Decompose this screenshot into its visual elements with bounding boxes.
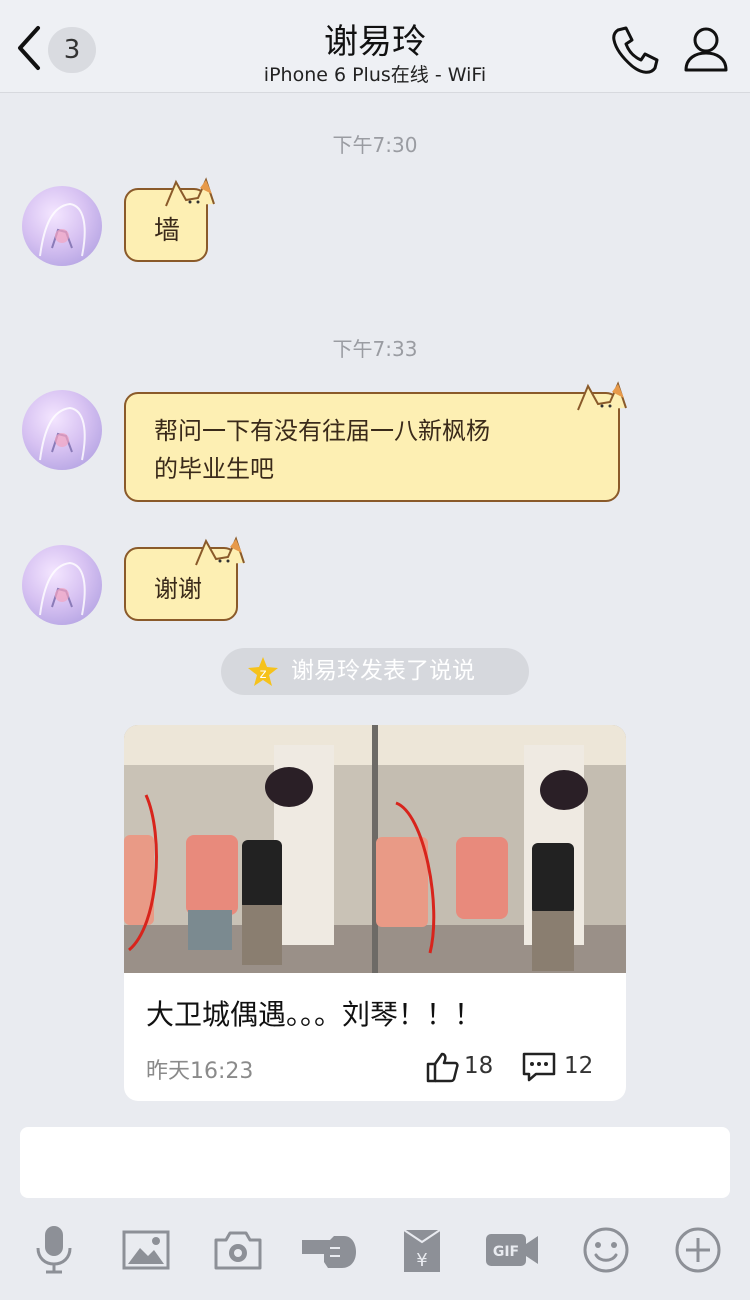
like-count: 18 bbox=[464, 1053, 494, 1079]
thumbs-up-icon[interactable] bbox=[426, 1051, 460, 1083]
red-packet-icon[interactable]: ¥ bbox=[396, 1224, 448, 1276]
comment-icon[interactable] bbox=[521, 1051, 557, 1083]
message-text: 帮问一下有没有往届一八新枫杨 的毕业生吧 bbox=[154, 417, 490, 483]
image-icon[interactable] bbox=[120, 1224, 172, 1276]
profile-icon[interactable] bbox=[678, 22, 734, 78]
camera-icon[interactable] bbox=[212, 1224, 264, 1276]
chat-header: 3 谢易玲 iPhone 6 Plus在线 - WiFi bbox=[0, 0, 750, 93]
contact-avatar[interactable] bbox=[22, 186, 102, 266]
message-input[interactable] bbox=[20, 1127, 730, 1198]
gif-icon[interactable]: GIF bbox=[484, 1224, 540, 1276]
contact-avatar[interactable] bbox=[22, 545, 102, 625]
cat-ears-icon bbox=[165, 177, 215, 207]
cat-ears-icon bbox=[195, 536, 245, 566]
cat-ears-icon bbox=[577, 381, 627, 411]
qzone-star-icon: z bbox=[248, 657, 278, 686]
poke-icon[interactable] bbox=[300, 1224, 360, 1276]
mic-icon[interactable] bbox=[28, 1224, 80, 1276]
message-text: 谢谢 bbox=[154, 575, 202, 603]
message-bubble[interactable]: 谢谢 bbox=[124, 536, 245, 621]
svg-text:¥: ¥ bbox=[416, 1250, 427, 1271]
message-time: 下午7:30 bbox=[332, 133, 418, 157]
phone-call-icon[interactable] bbox=[606, 22, 662, 78]
message-bubble[interactable]: 墙 bbox=[124, 177, 215, 262]
message-time: 下午7:33 bbox=[332, 337, 418, 361]
contact-avatar[interactable] bbox=[22, 390, 102, 470]
comment-count: 12 bbox=[564, 1053, 594, 1079]
add-icon[interactable] bbox=[672, 1224, 724, 1276]
qzone-post-card[interactable]: 大卫城偶遇。。。刘琴！！！ 昨天16:23 18 12 bbox=[124, 725, 626, 1101]
post-time: 昨天16:23 bbox=[146, 1059, 254, 1084]
svg-text:GIF: GIF bbox=[493, 1244, 519, 1260]
emoji-icon[interactable] bbox=[580, 1224, 632, 1276]
svg-text:z: z bbox=[260, 667, 267, 682]
qzone-notice-text: 谢易玲发表了说说 bbox=[291, 658, 475, 684]
post-text: 大卫城偶遇。。。刘琴！！！ bbox=[146, 998, 483, 1031]
qzone-notice[interactable]: z 谢易玲发表了说说 bbox=[221, 648, 529, 695]
message-text: 墙 bbox=[154, 216, 181, 246]
message-bubble[interactable]: 帮问一下有没有往届一八新枫杨 的毕业生吧 bbox=[124, 381, 627, 502]
post-photo[interactable] bbox=[124, 725, 626, 973]
